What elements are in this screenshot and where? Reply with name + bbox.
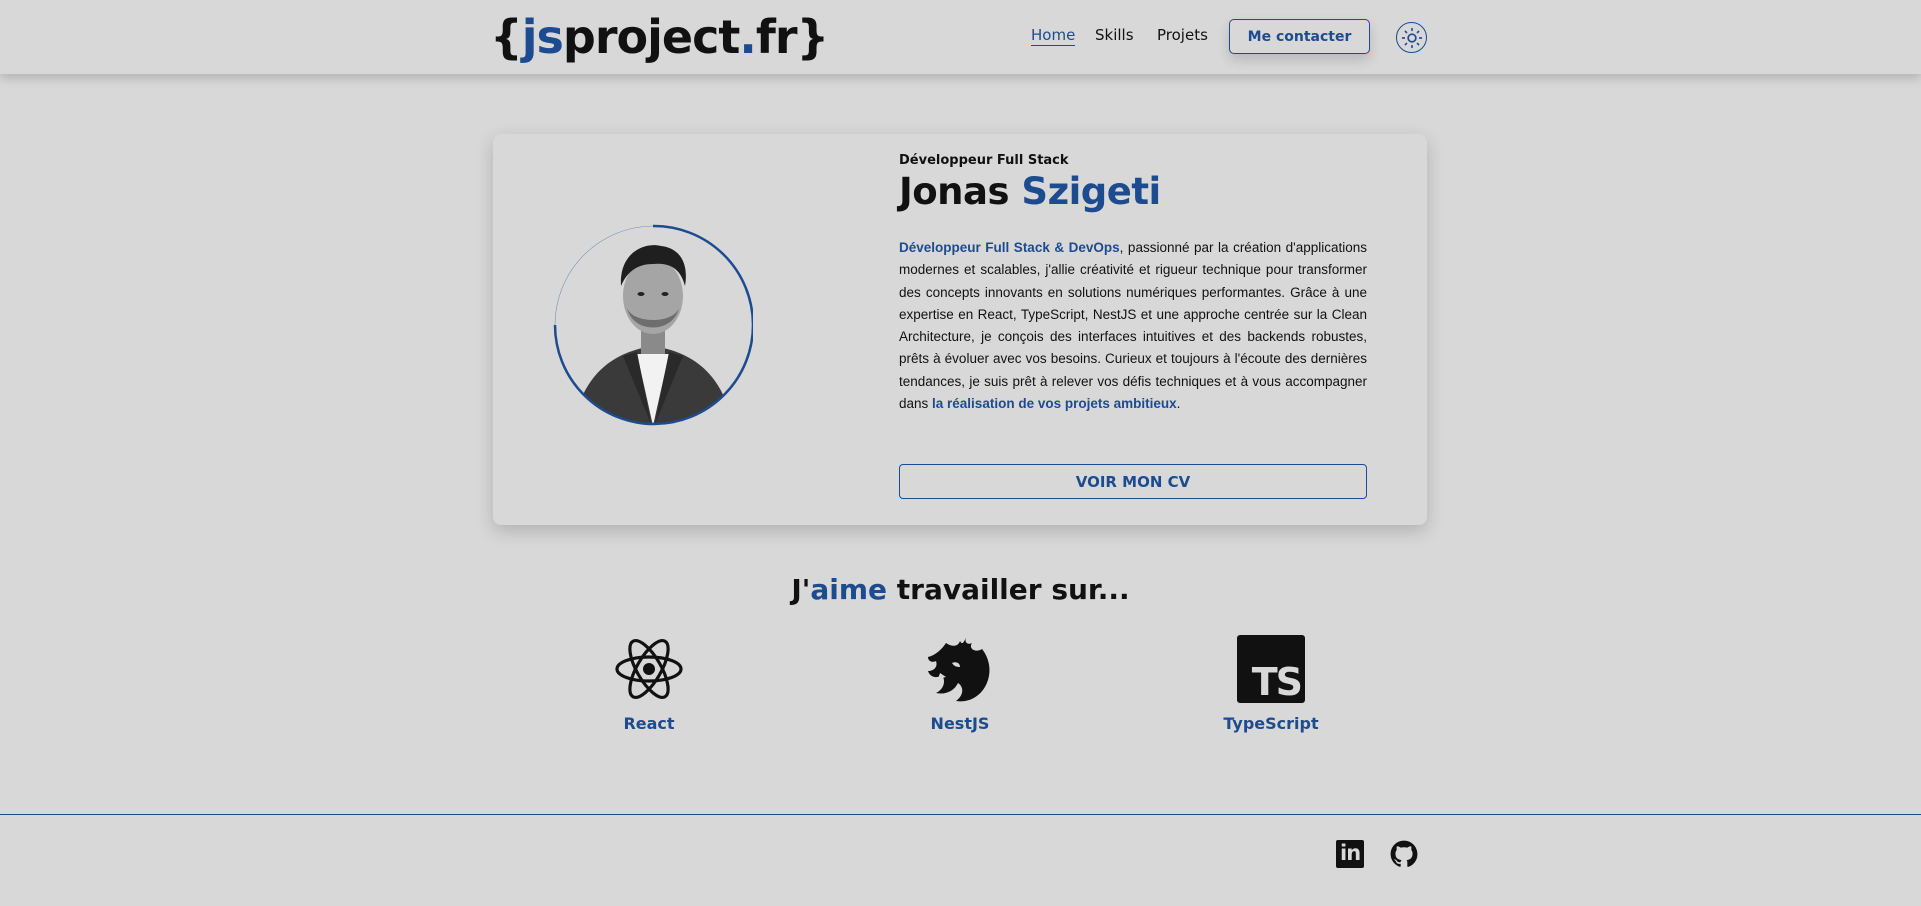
- skill-typescript: TS TypeScript: [1191, 633, 1351, 733]
- nestjs-icon: [928, 637, 990, 702]
- bio-highlight-end: la réalisation de vos projets ambitieux: [932, 396, 1177, 412]
- github-link[interactable]: [1390, 840, 1418, 868]
- theme-toggle-button[interactable]: [1396, 22, 1427, 53]
- footer-divider: [0, 814, 1921, 815]
- site-logo[interactable]: {jsproject.fr}: [490, 10, 829, 64]
- view-cv-button[interactable]: VOIR MON CV: [899, 464, 1367, 499]
- linkedin-link[interactable]: in: [1336, 840, 1364, 868]
- site-header: {jsproject.fr} Home Skills Projets Me co…: [0, 0, 1921, 74]
- skill-react-label: React: [623, 714, 675, 733]
- avatar: [553, 224, 755, 426]
- nav-skills-link[interactable]: Skills: [1095, 26, 1134, 44]
- skills-title: J'aime travailler sur...: [791, 573, 1130, 606]
- skill-typescript-label: TypeScript: [1223, 714, 1319, 733]
- nav-projets-link[interactable]: Projets: [1157, 26, 1208, 44]
- skill-nestjs: NestJS: [880, 633, 1040, 733]
- contact-button[interactable]: Me contacter: [1229, 19, 1370, 54]
- hero-bio: Développeur Full Stack & DevOps, passion…: [899, 240, 1368, 412]
- github-icon: [1390, 840, 1418, 867]
- hero-role: Développeur Full Stack: [899, 153, 1069, 168]
- react-icon: [615, 639, 683, 699]
- typescript-icon: TS: [1237, 635, 1305, 703]
- skill-react: React: [569, 633, 729, 733]
- nav-home-link[interactable]: Home: [1031, 26, 1076, 46]
- linkedin-icon: in: [1336, 840, 1364, 868]
- skill-nestjs-label: NestJS: [930, 714, 990, 733]
- bio-highlight-start: Développeur Full Stack & DevOps: [899, 240, 1120, 255]
- hero-name: Jonas Szigeti: [899, 170, 1161, 213]
- sun-icon: [1401, 27, 1422, 48]
